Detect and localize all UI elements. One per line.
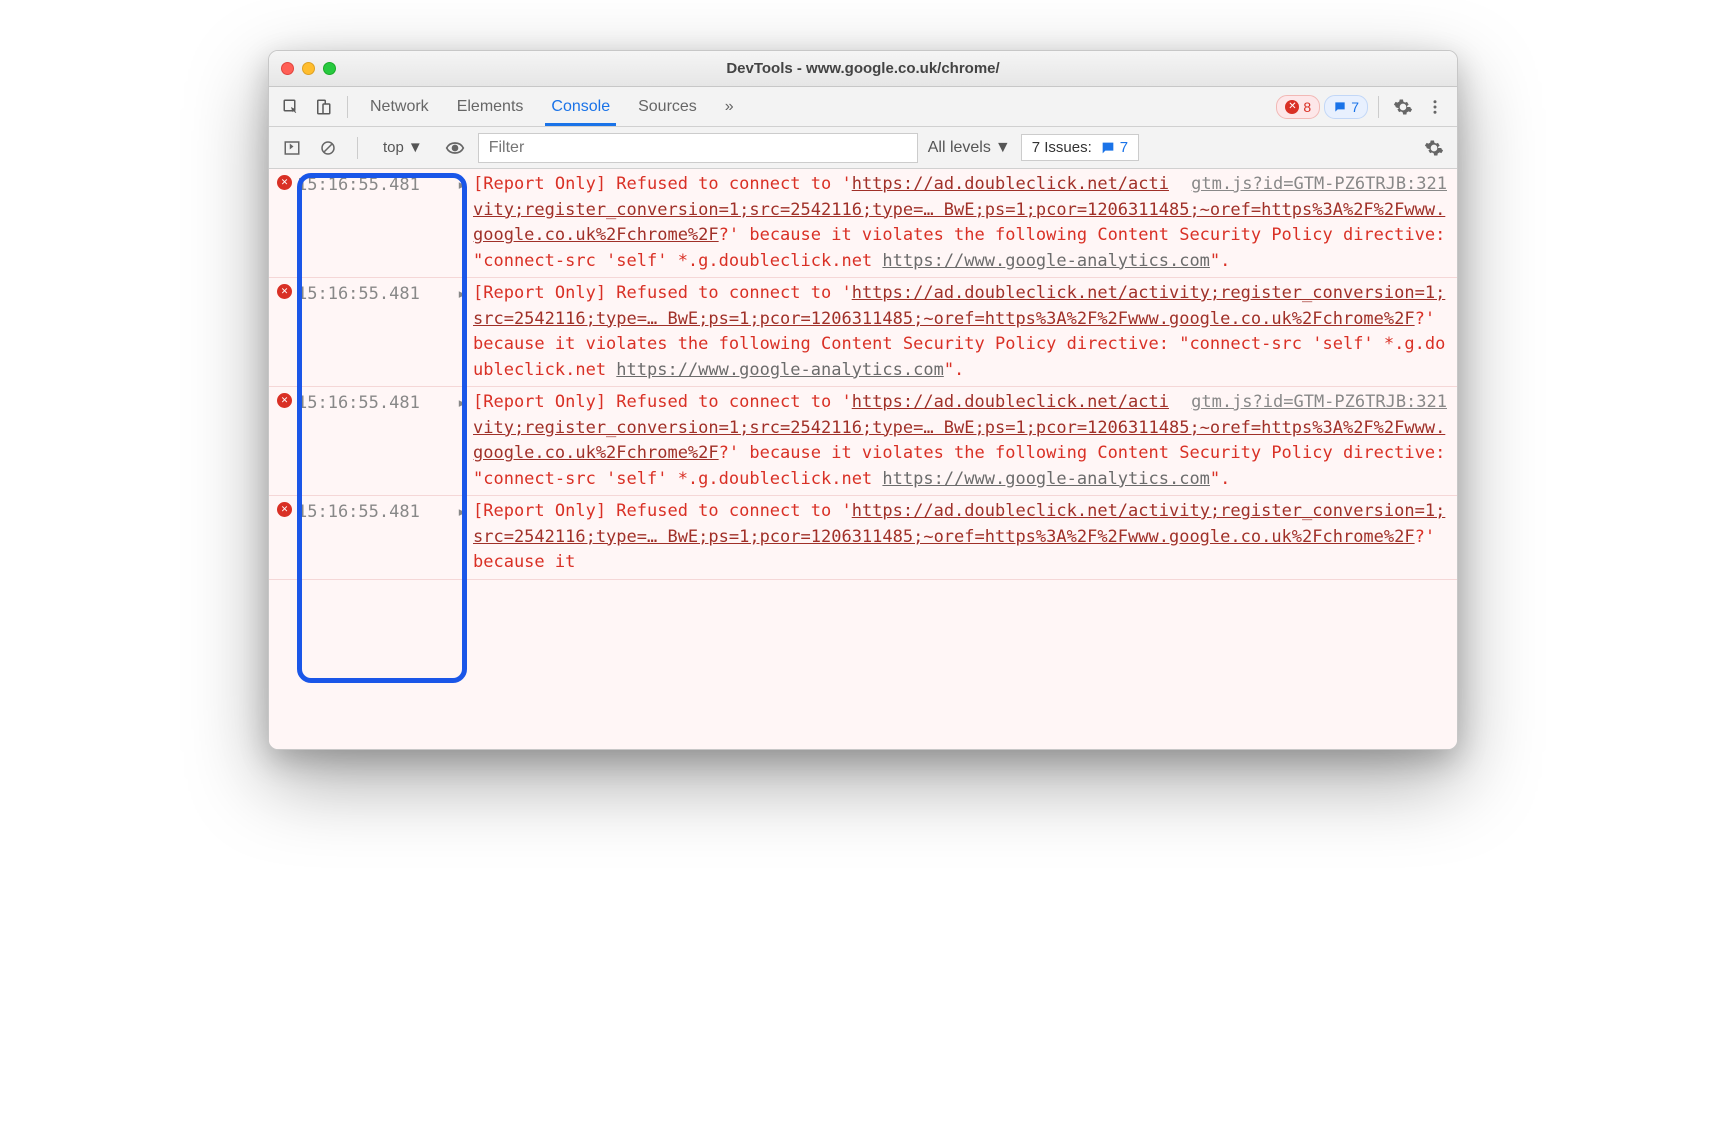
- timestamp: 15:16:55.481: [297, 499, 457, 576]
- devtools-window: DevTools - www.google.co.uk/chrome/ Netw…: [268, 50, 1458, 750]
- message-text: ".: [1210, 251, 1230, 271]
- separator: [347, 96, 348, 118]
- main-toolbar: Network Elements Console Sources » ✕ 8 7: [269, 87, 1457, 127]
- inspect-element-icon[interactable]: [277, 93, 305, 121]
- console-subbar: top ▼ All levels ▼ 7 Issues: 7: [269, 127, 1457, 169]
- window-title: DevTools - www.google.co.uk/chrome/: [269, 60, 1457, 77]
- chevron-down-icon: ▼: [408, 139, 423, 156]
- levels-label: All levels: [928, 139, 991, 157]
- console-output[interactable]: ✕15:16:55.481▸gtm.js?id=GTM-PZ6TRJB:321[…: [269, 169, 1457, 749]
- timestamp: 15:16:55.481: [297, 172, 457, 274]
- message-text: [Report Only] Refused to connect to ': [473, 283, 852, 303]
- source-link[interactable]: gtm.js?id=GTM-PZ6TRJB:321: [1191, 172, 1447, 198]
- source-link[interactable]: gtm.js?id=GTM-PZ6TRJB:321: [1191, 390, 1447, 416]
- toggle-sidebar-icon[interactable]: [279, 135, 305, 161]
- expand-arrow-icon[interactable]: ▸: [457, 390, 473, 492]
- error-icon: ✕: [277, 390, 297, 492]
- console-row[interactable]: ✕15:16:55.481▸ gtm.js?id=GTM-PZ6TRJB:321 […: [269, 169, 1457, 278]
- device-toggle-icon[interactable]: [309, 93, 337, 121]
- clear-console-icon[interactable]: [315, 135, 341, 161]
- tab-sources[interactable]: Sources: [626, 90, 709, 124]
- url-link[interactable]: https://www.google-analytics.com: [616, 360, 944, 380]
- error-badge[interactable]: ✕ 8: [1276, 95, 1320, 119]
- settings-gear-icon[interactable]: [1389, 93, 1417, 121]
- timestamp: 15:16:55.481: [297, 281, 457, 383]
- message-text: [Report Only] Refused to connect to ': [473, 392, 852, 412]
- message-count: 7: [1351, 99, 1359, 115]
- expand-arrow-icon[interactable]: ▸: [457, 172, 473, 274]
- error-message[interactable]: gtm.js?id=GTM-PZ6TRJB:321 [Report Only] R…: [473, 390, 1451, 492]
- message-text: [Report Only] Refused to connect to ': [473, 501, 852, 521]
- error-count: 8: [1303, 99, 1311, 115]
- console-settings-gear-icon[interactable]: [1421, 135, 1447, 161]
- issues-label: 7 Issues:: [1032, 139, 1092, 156]
- live-expression-icon[interactable]: [442, 135, 468, 161]
- titlebar: DevTools - www.google.co.uk/chrome/: [269, 51, 1457, 87]
- chevron-down-icon: ▼: [995, 139, 1011, 157]
- error-icon: ✕: [277, 281, 297, 383]
- tab-more[interactable]: »: [713, 90, 746, 124]
- message-badge[interactable]: 7: [1324, 95, 1368, 119]
- error-dot-icon: ✕: [1285, 100, 1299, 114]
- kebab-menu-icon[interactable]: [1421, 93, 1449, 121]
- error-icon: ✕: [277, 499, 297, 576]
- separator: [357, 137, 358, 159]
- console-row[interactable]: ✕15:16:55.481▸[Report Only] Refused to c…: [269, 278, 1457, 387]
- expand-arrow-icon[interactable]: ▸: [457, 499, 473, 576]
- message-icon: [1333, 100, 1347, 114]
- message-text: ".: [944, 360, 964, 380]
- error-message[interactable]: [Report Only] Refused to connect to ' htt…: [473, 281, 1451, 383]
- message-text: ".: [1210, 469, 1230, 489]
- levels-selector[interactable]: All levels ▼: [928, 139, 1011, 157]
- tab-network[interactable]: Network: [358, 90, 441, 124]
- context-label: top: [383, 139, 404, 156]
- error-message[interactable]: [Report Only] Refused to connect to 'htt…: [473, 499, 1451, 576]
- message-text: [Report Only] Refused to connect to ': [473, 174, 852, 194]
- context-selector[interactable]: top ▼: [374, 134, 432, 161]
- error-message[interactable]: gtm.js?id=GTM-PZ6TRJB:321 [Report Only] R…: [473, 172, 1451, 274]
- tab-console[interactable]: Console: [539, 90, 622, 124]
- timestamp: 15:16:55.481: [297, 390, 457, 492]
- url-link[interactable]: https://www.google-analytics.com: [882, 469, 1210, 489]
- separator: [1378, 96, 1379, 118]
- tab-elements[interactable]: Elements: [445, 90, 536, 124]
- issues-button[interactable]: 7 Issues: 7: [1021, 134, 1139, 161]
- message-icon: [1100, 140, 1116, 156]
- url-link[interactable]: https://www.google-analytics.com: [882, 251, 1210, 271]
- console-row[interactable]: ✕15:16:55.481▸[Report Only] Refused to c…: [269, 496, 1457, 580]
- error-icon: ✕: [277, 172, 297, 274]
- issues-count: 7: [1120, 139, 1128, 156]
- console-row[interactable]: ✕15:16:55.481▸ gtm.js?id=GTM-PZ6TRJB:321 […: [269, 387, 1457, 496]
- filter-input[interactable]: [478, 133, 918, 163]
- expand-arrow-icon[interactable]: ▸: [457, 281, 473, 383]
